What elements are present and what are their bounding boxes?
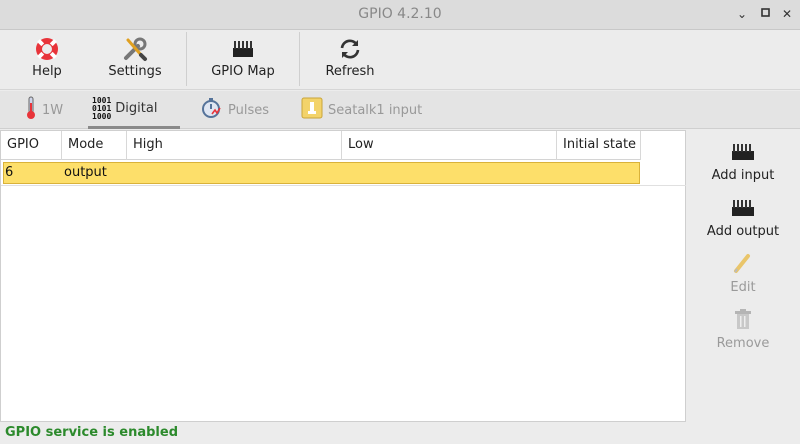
- add-input-label: Add input: [711, 168, 775, 183]
- thermometer-icon: [24, 95, 38, 125]
- cell-gpio: 6: [5, 165, 14, 180]
- minimize-icon[interactable]: ⌄: [734, 6, 750, 22]
- gpio-map-label: GPIO Map: [211, 64, 275, 79]
- tab-1w-label: 1W: [42, 102, 64, 118]
- cell-mode: output: [64, 165, 107, 180]
- maximize-icon[interactable]: [757, 6, 773, 22]
- cell-low: [344, 163, 554, 183]
- wrench-screwdriver-icon: [122, 36, 148, 62]
- remove-button[interactable]: Remove: [686, 306, 800, 351]
- tab-pulses[interactable]: Pulses: [196, 91, 273, 129]
- tab-seatalk1-input[interactable]: Seatalk1 input: [296, 91, 426, 129]
- refresh-label: Refresh: [325, 64, 375, 79]
- table-header: GPIO Mode High Low Initial state: [1, 131, 641, 160]
- tab-seatalk1-label: Seatalk1 input: [328, 102, 423, 118]
- help-button[interactable]: Help: [22, 30, 72, 90]
- add-input-button[interactable]: Add input: [686, 138, 800, 183]
- settings-button[interactable]: Settings: [102, 30, 168, 90]
- column-header-initial-state[interactable]: Initial state: [557, 131, 641, 160]
- status-text: GPIO service is enabled: [5, 425, 179, 440]
- tab-digital-label: Digital: [115, 101, 158, 116]
- edit-label: Edit: [730, 280, 756, 295]
- column-header-gpio[interactable]: GPIO: [1, 131, 62, 160]
- title-bar: GPIO 4.2.10 ⌄ ✕: [0, 0, 800, 30]
- gpio-table[interactable]: GPIO Mode High Low Initial state 6 outpu…: [0, 130, 687, 422]
- tab-bar: 1W 1001 0101 1000 Digital Pulses Seatalk1 …: [0, 91, 800, 129]
- window-title: GPIO 4.2.10: [358, 6, 442, 22]
- seatalk-icon: [300, 96, 324, 124]
- close-window-icon[interactable]: ✕: [779, 6, 795, 22]
- table-row[interactable]: 6 output: [3, 162, 640, 184]
- cell-high: [129, 163, 339, 183]
- stopwatch-icon: [200, 96, 224, 124]
- column-header-high[interactable]: High: [127, 131, 342, 160]
- toolbar-separator: [186, 32, 187, 86]
- lifebuoy-icon: [34, 36, 60, 62]
- gpio-map-button[interactable]: GPIO Map: [206, 30, 280, 90]
- refresh-button[interactable]: Refresh: [320, 30, 380, 90]
- settings-label: Settings: [108, 64, 162, 79]
- gpio-header-icon: [730, 194, 756, 220]
- column-header-low[interactable]: Low: [342, 131, 557, 160]
- status-bar: GPIO service is enabled: [0, 422, 800, 444]
- tab-1w[interactable]: 1W: [20, 91, 67, 129]
- gpio-header-icon: [730, 138, 756, 164]
- side-panel: Add input Add output Edit Remove: [686, 130, 800, 422]
- remove-label: Remove: [716, 336, 770, 351]
- column-header-mode[interactable]: Mode: [62, 131, 127, 160]
- pencil-icon: [730, 250, 756, 276]
- help-label: Help: [32, 64, 62, 79]
- refresh-icon: [337, 36, 363, 62]
- edit-button[interactable]: Edit: [686, 250, 800, 295]
- trash-icon: [730, 306, 756, 332]
- add-output-button[interactable]: Add output: [686, 194, 800, 239]
- row-divider: [1, 185, 687, 186]
- cell-initial-state: [559, 163, 639, 183]
- tab-pulses-label: Pulses: [228, 102, 270, 118]
- add-output-label: Add output: [706, 224, 780, 239]
- binary-icon: 1001 0101 1000: [92, 95, 112, 121]
- toolbar: Help Settings GPIO Map Refresh: [0, 30, 800, 90]
- gpio-header-icon: [230, 36, 256, 62]
- tab-digital[interactable]: 1001 0101 1000 Digital: [88, 91, 180, 129]
- toolbar-separator: [299, 32, 300, 86]
